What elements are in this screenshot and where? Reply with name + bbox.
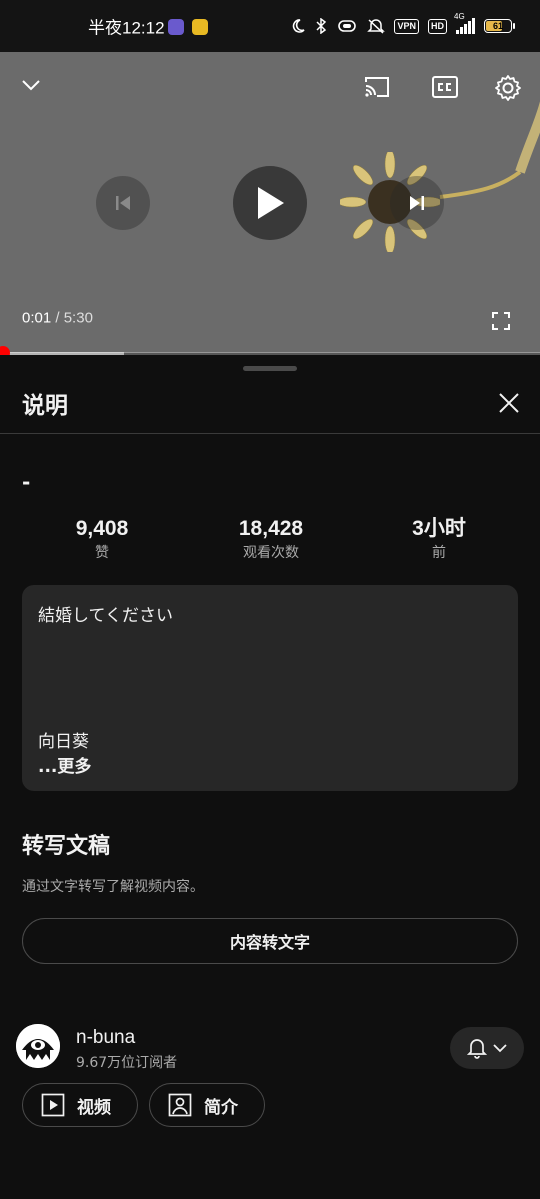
description-line: 向日葵 — [38, 732, 89, 752]
chevron-down-icon — [493, 1043, 507, 1052]
status-icons: VPN HD 4G 61 — [290, 12, 515, 34]
moon-app-icon — [168, 19, 184, 35]
views-count: 18,428 — [238, 517, 304, 540]
transcript-title: 转写文稿 — [22, 834, 111, 859]
show-more-link[interactable]: ...更多 — [38, 752, 91, 777]
chevron-down-icon — [22, 80, 40, 91]
upload-age-label: 前 — [432, 545, 446, 561]
channel-name[interactable]: n-buna — [76, 1027, 135, 1049]
next-button[interactable] — [390, 176, 444, 230]
signal-icon: 4G — [454, 12, 475, 34]
close-button[interactable] — [494, 388, 524, 418]
stem-image — [439, 101, 540, 199]
bell-icon — [467, 1039, 487, 1059]
videos-button[interactable]: 视频 — [22, 1083, 138, 1127]
close-icon — [499, 393, 519, 413]
cast-button[interactable] — [360, 70, 394, 104]
likes-count: 9,408 — [75, 517, 129, 540]
skip-previous-icon — [116, 196, 130, 210]
gear-icon — [495, 75, 521, 101]
fullscreen-button[interactable] — [486, 306, 516, 336]
time-separator: / — [51, 309, 64, 327]
status-time: 半夜12:12 — [88, 18, 165, 38]
transcript-subtitle: 通过文字转写了解视频内容。 — [22, 879, 204, 895]
notification-bell-button[interactable] — [450, 1027, 524, 1069]
views-label: 观看次数 — [243, 545, 299, 561]
fullscreen-icon — [492, 312, 510, 330]
previous-button[interactable] — [96, 176, 150, 230]
play-button[interactable] — [233, 166, 307, 240]
skip-next-icon — [410, 196, 424, 210]
cast-icon — [365, 77, 389, 97]
time-display: 0:01 / 5:30 — [22, 310, 93, 327]
battery-level: 61 — [492, 21, 503, 31]
video-icon — [41, 1093, 65, 1117]
about-button[interactable]: 简介 — [149, 1083, 265, 1127]
network-type-label: 4G — [454, 12, 465, 21]
description-panel: 说明 - 9,408 赞 18,428 观看次数 3小时 前 結婚してください … — [0, 355, 540, 1199]
vpn-badge: VPN — [394, 18, 419, 34]
likes-label: 赞 — [95, 545, 109, 561]
closed-captions-icon — [432, 76, 458, 98]
vibrate-icon — [338, 20, 357, 32]
channel-avatar[interactable] — [16, 1024, 60, 1068]
video-player[interactable]: 0:01 / 5:30 — [0, 52, 540, 353]
views-stat: 18,428 观看次数 — [186, 515, 356, 563]
collapse-button[interactable] — [14, 68, 48, 102]
drag-handle[interactable] — [243, 366, 297, 371]
divider — [0, 433, 540, 434]
description-line: 結婚してください — [38, 606, 173, 626]
total-time: 5:30 — [63, 309, 93, 327]
current-time: 0:01 — [22, 309, 52, 327]
subscriber-count: 9.67万位订阅者 — [76, 1055, 178, 1071]
hd-badge: HD — [428, 18, 447, 34]
avatar — [16, 1024, 60, 1068]
settings-button[interactable] — [490, 70, 526, 106]
mute-icon — [367, 19, 386, 34]
do-not-disturb-moon-icon — [293, 19, 306, 33]
app-notification-icon — [192, 19, 208, 35]
description-box[interactable]: 結婚してください 向日葵 ...更多 — [22, 585, 518, 791]
upload-age: 3小时 — [412, 517, 466, 540]
status-bar: 半夜12:12 VPN HD 4G 61 — [0, 0, 540, 52]
about-label: 简介 — [204, 1097, 238, 1118]
show-transcript-label: 内容转文字 — [229, 933, 310, 952]
videos-label: 视频 — [77, 1097, 111, 1118]
video-title: - — [22, 470, 31, 494]
upload-date-stat: 3小时 前 — [354, 515, 524, 563]
likes-stat: 9,408 赞 — [17, 515, 187, 563]
play-icon — [258, 187, 284, 219]
person-icon — [168, 1093, 192, 1117]
panel-title: 说明 — [22, 393, 68, 419]
bluetooth-icon — [316, 18, 327, 34]
show-transcript-button[interactable]: 内容转文字 — [22, 918, 518, 964]
stats-row: 9,408 赞 18,428 观看次数 3小时 前 — [0, 515, 540, 575]
captions-button[interactable] — [428, 70, 462, 104]
battery-icon: 61 — [484, 19, 515, 33]
